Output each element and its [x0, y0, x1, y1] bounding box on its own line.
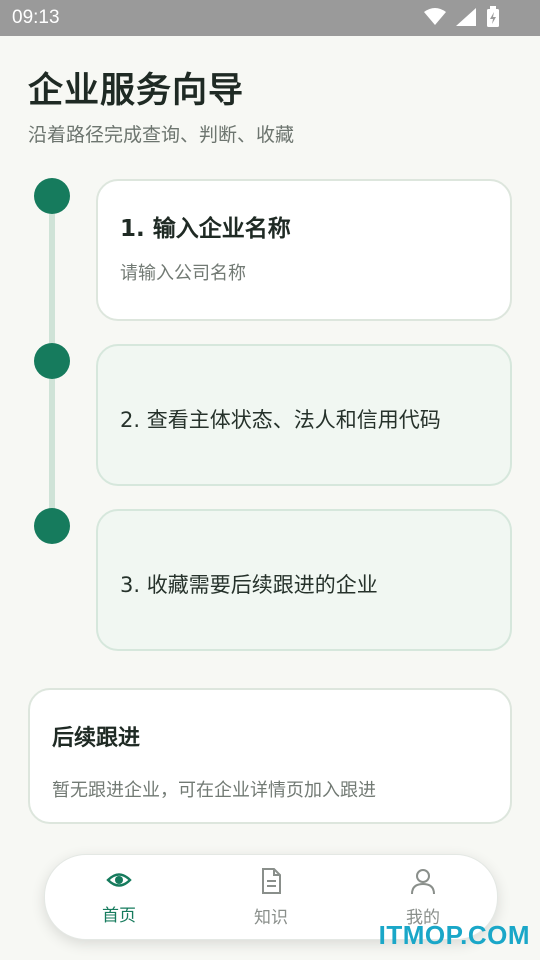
- document-icon: [262, 868, 281, 894]
- timeline-dot-3: [34, 508, 70, 544]
- eye-icon: [106, 873, 132, 887]
- step-3-text: 3. 收藏需要后续跟进的企业: [120, 573, 378, 597]
- follow-up-title: 后续跟进: [52, 726, 141, 751]
- step-card-view[interactable]: 2. 查看主体状态、法人和信用代码: [96, 344, 512, 486]
- signal-icon: [456, 8, 476, 26]
- follow-up-card: 后续跟进 暂无跟进企业，可在企业详情页加入跟进: [28, 688, 512, 824]
- tab-knowledge[interactable]: 知识: [221, 867, 321, 928]
- page-title: 企业服务向导: [28, 71, 245, 111]
- tab-home[interactable]: 首页: [69, 867, 169, 926]
- timeline-dot-1: [34, 178, 70, 214]
- timeline-dot-2: [34, 343, 70, 379]
- step-1-title: 1. 输入企业名称: [120, 216, 291, 242]
- wifi-icon: [424, 8, 446, 25]
- status-icons: [424, 6, 500, 28]
- battery-icon: [487, 6, 499, 27]
- company-name-input[interactable]: 请输入公司名称: [120, 259, 246, 285]
- page-subtitle: 沿着路径完成查询、判断、收藏: [28, 124, 295, 146]
- follow-up-empty-text: 暂无跟进企业，可在企业详情页加入跟进: [52, 780, 376, 801]
- status-time: 09:13: [12, 7, 60, 28]
- tab-knowledge-label: 知识: [254, 908, 288, 928]
- watermark: ITMOP.COM: [378, 920, 530, 950]
- step-2-text: 2. 查看主体状态、法人和信用代码: [120, 408, 441, 432]
- step-card-favorite[interactable]: 3. 收藏需要后续跟进的企业: [96, 509, 512, 651]
- person-icon: [411, 869, 435, 895]
- tab-home-label: 首页: [102, 906, 136, 926]
- tab-mine[interactable]: 我的: [373, 867, 473, 928]
- step-card-search[interactable]: 1. 输入企业名称 请输入公司名称: [96, 179, 512, 321]
- status-bar: 09:13: [0, 0, 540, 36]
